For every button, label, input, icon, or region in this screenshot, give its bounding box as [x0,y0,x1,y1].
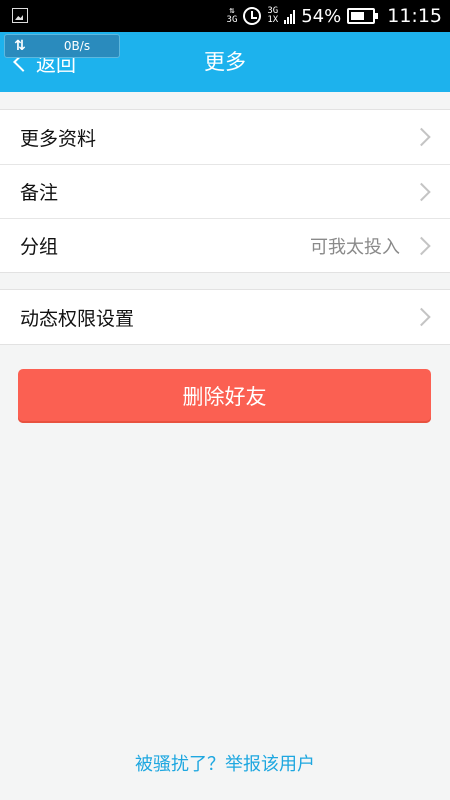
settings-group-2: 动态权限设置 [0,289,450,345]
chevron-right-icon [412,182,431,201]
clock: 11:15 [387,5,442,27]
network-speed: 0B/s [63,39,91,53]
chevron-right-icon [412,236,431,255]
image-notification-icon [12,8,28,23]
data-3g-icon: ⇅ 3G [226,6,238,25]
row-group[interactable]: 分组 可我太投入 [0,218,450,272]
chevron-right-icon [412,307,431,327]
delete-friend-button[interactable]: 删除好友 [18,369,431,423]
row-label: 动态权限设置 [20,307,135,330]
chevron-right-icon [412,127,431,147]
report-user-link[interactable]: 被骚扰了？举报该用户 [0,750,450,776]
battery-percent: 54% [301,5,342,27]
row-remark[interactable]: 备注 [0,164,450,218]
row-label: 备注 [20,182,59,204]
sim2-label: 1X [267,15,279,25]
group-value: 可我太投入 [310,236,400,258]
signal-icon [284,8,296,24]
up-down-arrows-icon: ⇅ [14,38,26,54]
dual-sim-label: 3G 1X [267,7,278,25]
row-label: 分组 [20,236,59,258]
alarm-icon [243,7,262,25]
row-feed-permissions[interactable]: 动态权限设置 [0,290,450,344]
network-type-label: 3G [226,15,238,25]
status-icons: ⇅ 3G 3G 1X 54% 11:15 [227,0,442,32]
row-more-info[interactable]: 更多资料 [0,110,450,164]
settings-group-1: 更多资料 备注 分组 可我太投入 [0,109,450,273]
battery-icon [347,8,379,24]
status-bar: ⇅ 3G 3G 1X 54% 11:15 [0,0,450,32]
row-label: 更多资料 [20,127,97,150]
network-speed-overlay[interactable]: ⇅ 0B/s [4,34,120,58]
